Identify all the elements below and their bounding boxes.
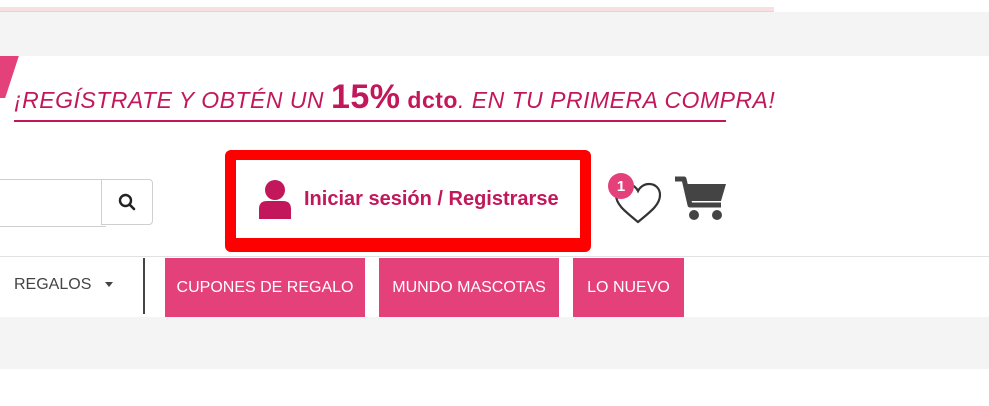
nav-cupones-de-regalo[interactable]: CUPONES DE REGALO: [165, 258, 365, 317]
caret-down-icon: [105, 282, 114, 287]
search-button[interactable]: [101, 179, 153, 225]
nav-lo-nuevo-label: LO NUEVO: [587, 278, 670, 296]
wishlist-button[interactable]: 1: [608, 173, 664, 229]
search-icon: [118, 193, 136, 211]
cart-icon: [675, 176, 726, 220]
nav-divider: [143, 258, 145, 314]
login-register-label: Iniciar sesión / Registrarse: [304, 187, 559, 210]
nav-regalos-label: REGALOS: [14, 276, 92, 293]
top-strip: [0, 0, 989, 12]
nav-mundo-mascotas[interactable]: MUNDO MASCOTAS: [379, 258, 559, 317]
promo-underline: [14, 120, 726, 122]
nav-regalos-dropdown[interactable]: REGALOS: [14, 276, 114, 294]
promo-banner[interactable]: ¡REGÍSTRATE Y OBTÉN UN 15% dcto. EN TU P…: [0, 56, 989, 136]
nav-lo-nuevo[interactable]: LO NUEVO: [573, 258, 684, 317]
user-icon: [259, 180, 291, 219]
promo-dcto: dcto: [407, 87, 458, 113]
promo-prefix: ¡REGÍSTRATE Y OBTÉN UN: [14, 87, 331, 113]
login-highlight-frame: Iniciar sesión / Registrarse: [225, 150, 591, 252]
nav-mascotas-label: MUNDO MASCOTAS: [392, 278, 546, 296]
promo-suffix: . EN TU PRIMERA COMPRA!: [457, 87, 776, 113]
bottom-gray-band: [0, 317, 989, 369]
wishlist-count-badge: 1: [608, 173, 634, 199]
login-register-link[interactable]: Iniciar sesión / Registrarse: [236, 160, 580, 238]
nav-cupones-label: CUPONES DE REGALO: [176, 278, 354, 296]
cart-button[interactable]: [674, 176, 728, 227]
promo-discount: 15%: [330, 78, 401, 116]
promo-text[interactable]: ¡REGÍSTRATE Y OBTÉN UN 15% dcto. EN TU P…: [14, 78, 775, 117]
nav-top-border: [0, 256, 989, 257]
top-gray-band: [0, 12, 989, 56]
search-input[interactable]: [0, 179, 106, 227]
